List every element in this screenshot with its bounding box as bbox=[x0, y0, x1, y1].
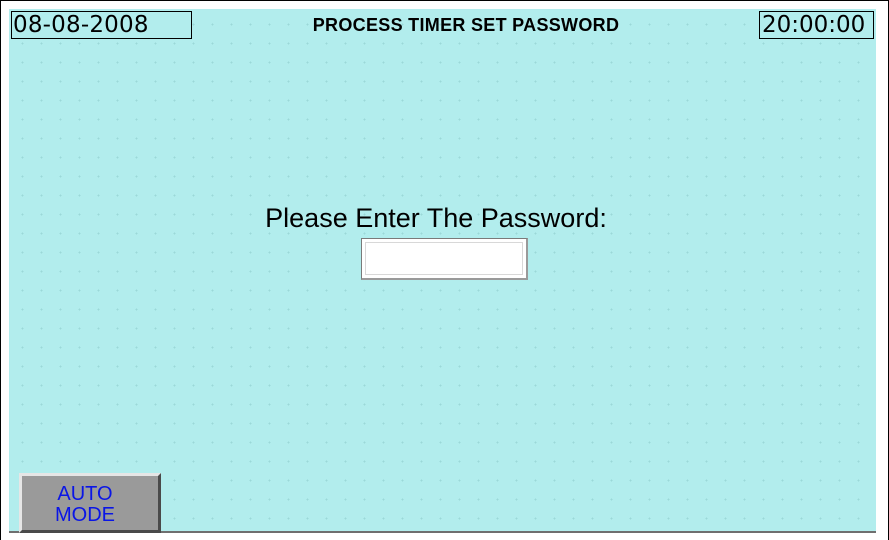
auto-mode-label-line2: MODE bbox=[55, 504, 115, 526]
password-input[interactable] bbox=[361, 238, 528, 280]
password-prompt: Please Enter The Password: bbox=[265, 203, 607, 233]
hmi-window: 08-08-2008 PROCESS TIMER SET PASSWORD 20… bbox=[0, 0, 889, 540]
auto-mode-label-line1: AUTO bbox=[57, 483, 113, 505]
time-display: 20:00:00 bbox=[759, 11, 874, 39]
auto-mode-button-face: AUTO MODE bbox=[22, 476, 158, 530]
auto-mode-button[interactable]: AUTO MODE bbox=[19, 473, 161, 533]
page-title: PROCESS TIMER SET PASSWORD bbox=[312, 15, 620, 35]
date-display: 08-08-2008 bbox=[11, 11, 192, 39]
